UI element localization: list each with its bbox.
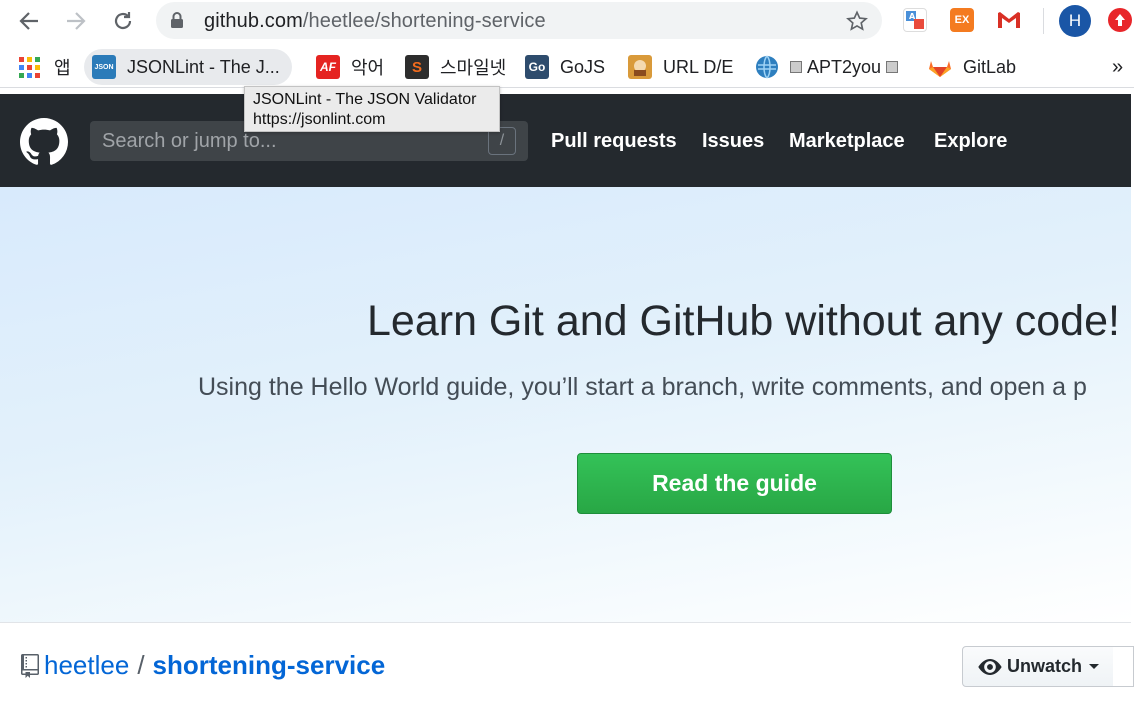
- bookmark-smilenet[interactable]: S 스마일넷: [405, 49, 506, 85]
- bookmarks-overflow-button[interactable]: »: [1112, 49, 1123, 85]
- lock-icon[interactable]: [170, 11, 184, 29]
- bookmark-label: GitLab: [963, 56, 1017, 77]
- jsonlint-icon: JSON: [92, 55, 116, 79]
- nav-marketplace[interactable]: Marketplace: [789, 130, 905, 153]
- read-guide-button[interactable]: Read the guide: [577, 453, 892, 514]
- bookmark-label: 앱: [54, 58, 71, 78]
- af-icon: AF: [316, 55, 340, 79]
- repo-icon: [21, 653, 39, 678]
- url-text[interactable]: github.com/heetlee/shortening-service: [204, 10, 546, 33]
- bookmark-jsonlint[interactable]: JSON JSONLint - The J...: [84, 49, 292, 85]
- bookmark-label: 스마일넷: [440, 58, 507, 78]
- globe-icon: [755, 55, 779, 79]
- forward-button[interactable]: [61, 6, 91, 36]
- bookmark-label: JSONLint - The J...: [127, 56, 280, 77]
- smilenet-icon: S: [405, 55, 429, 79]
- search-placeholder: Search or jump to...: [102, 130, 277, 152]
- github-header: Search or jump to... / Pull requests Iss…: [0, 94, 1131, 187]
- bookmark-label: GoJS: [560, 56, 606, 77]
- bookmark-star-icon[interactable]: [846, 10, 868, 32]
- chevron-down-icon: [1089, 663, 1100, 669]
- repo-name-link[interactable]: shortening-service: [153, 650, 386, 681]
- unwatch-button[interactable]: Unwatch: [962, 646, 1114, 687]
- bookmark-apt2you[interactable]: APT2you: [755, 49, 899, 85]
- profile-avatar[interactable]: H: [1059, 5, 1091, 37]
- nav-pull-requests[interactable]: Pull requests: [551, 130, 677, 153]
- bookmark-tooltip: JSONLint - The JSON Validator https://js…: [244, 86, 500, 132]
- repo-breadcrumb: heetlee / shortening-service: [20, 650, 385, 681]
- hero-banner: Learn Git and GitHub without any code! U…: [0, 187, 1131, 622]
- update-icon[interactable]: [1108, 8, 1132, 32]
- github-logo-icon[interactable]: [20, 118, 68, 166]
- gojs-icon: Go: [525, 55, 549, 79]
- url-path: /heetlee/shortening-service: [302, 10, 546, 32]
- bookmark-apps[interactable]: 앱: [19, 49, 71, 85]
- repo-owner-link[interactable]: heetlee: [44, 650, 129, 681]
- url-de-icon: [628, 55, 652, 79]
- translate-extension-icon[interactable]: A: [903, 8, 927, 32]
- nav-explore[interactable]: Explore: [934, 130, 1007, 153]
- tooltip-title: JSONLint - The JSON Validator: [253, 91, 477, 108]
- address-bar[interactable]: github.com/heetlee/shortening-service: [156, 2, 882, 39]
- watch-count[interactable]: [1113, 646, 1134, 687]
- url-host: github.com: [204, 10, 303, 32]
- bookmark-label: 악어: [351, 58, 385, 78]
- placeholder-square: [790, 61, 802, 73]
- hero-subtitle: Using the Hello World guide, you’ll star…: [198, 373, 1087, 401]
- bookmark-gitlab[interactable]: GitLab: [928, 49, 1016, 85]
- divider: [0, 622, 1131, 623]
- placeholder-square: [886, 61, 899, 73]
- back-button[interactable]: [14, 6, 44, 36]
- bookmark-label: APT2you: [807, 56, 882, 77]
- bookmark-label: URL D/E: [663, 56, 734, 77]
- nav-issues[interactable]: Issues: [702, 130, 764, 153]
- bookmark-url-de[interactable]: URL D/E: [628, 49, 733, 85]
- bookmark-gojs[interactable]: Go GoJS: [525, 49, 605, 85]
- forward-arrow-icon: [67, 12, 86, 30]
- reload-icon: [114, 12, 132, 30]
- back-arrow-icon: [19, 12, 38, 30]
- reload-button[interactable]: [108, 6, 138, 36]
- svg-text:A: A: [909, 12, 916, 21]
- apps-grid-icon: [19, 56, 40, 78]
- browser-toolbar: github.com/heetlee/shortening-service A …: [0, 0, 1134, 42]
- bookmark-akeo[interactable]: AF 악어: [316, 49, 384, 85]
- eye-icon: [978, 658, 1002, 675]
- unwatch-label: Unwatch: [1007, 656, 1083, 676]
- toolbar-divider: [1043, 8, 1044, 34]
- bookmarks-bar: 앱 JSON JSONLint - The J... AF 악어 S 스마일넷 …: [0, 46, 1134, 88]
- ex-extension-icon[interactable]: EX: [950, 8, 974, 32]
- gmail-icon[interactable]: [997, 8, 1021, 32]
- gitlab-icon: [928, 55, 952, 79]
- hero-title: Learn Git and GitHub without any code!: [367, 297, 1120, 345]
- tooltip-url: https://jsonlint.com: [253, 111, 386, 128]
- repo-separator: /: [137, 650, 145, 680]
